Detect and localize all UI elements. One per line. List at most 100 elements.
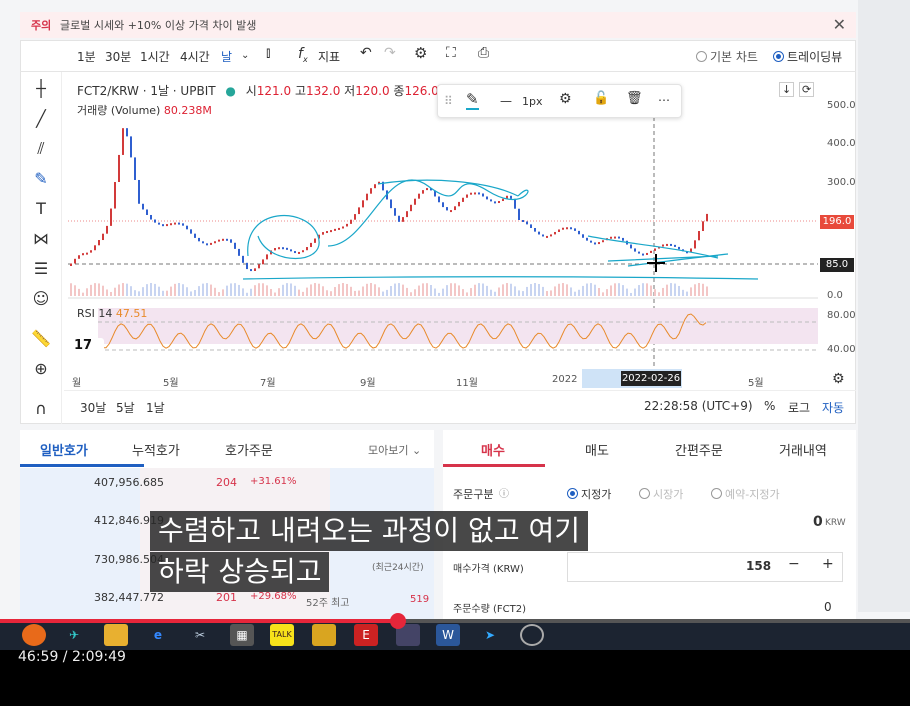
trash-icon[interactable]: 🗑 bbox=[626, 91, 643, 106]
interval-1h[interactable]: 1시간 bbox=[140, 48, 170, 65]
interval-30m[interactable]: 30분 bbox=[105, 48, 131, 65]
mode-basic-chart[interactable]: 기본 차트 bbox=[696, 48, 758, 65]
chevron-down-icon[interactable]: ⌄ bbox=[241, 50, 249, 61]
range-30d[interactable]: 30날 bbox=[80, 399, 106, 416]
volume-bar bbox=[190, 291, 192, 296]
candle bbox=[522, 220, 524, 223]
forecast-icon[interactable]: ☰ bbox=[30, 258, 52, 280]
range-1d[interactable]: 1날 bbox=[146, 399, 165, 416]
radio-icon[interactable] bbox=[711, 488, 722, 499]
obs-icon[interactable] bbox=[520, 624, 544, 646]
order-type-limit[interactable]: 지정가 bbox=[567, 486, 611, 502]
candle-type-icon[interactable]: ⫾ bbox=[266, 45, 270, 61]
crosshair-icon[interactable]: ┼ bbox=[30, 78, 52, 100]
help-icon[interactable]: ⓘ bbox=[499, 485, 509, 500]
firefox-icon[interactable] bbox=[22, 624, 46, 646]
tab-general-orderbook[interactable]: 일반호가 bbox=[40, 440, 88, 459]
candle bbox=[510, 195, 512, 199]
undo-icon[interactable]: ↶ bbox=[360, 45, 372, 61]
indicator-icon[interactable]: fx bbox=[298, 46, 308, 64]
calculator-icon[interactable]: ▦ bbox=[230, 624, 254, 646]
app-stage: 주의 글로벌 시세와 +10% 이상 가격 차이 발생 ✕ 1분 30분 1시간… bbox=[0, 0, 910, 622]
price-chart-canvas[interactable] bbox=[68, 96, 818, 388]
sticky-notes-icon[interactable] bbox=[312, 624, 336, 646]
fib-icon[interactable]: ⫽ bbox=[30, 138, 52, 160]
trendline-icon[interactable]: ╱ bbox=[30, 108, 52, 130]
emoji-icon[interactable]: ☺ bbox=[30, 288, 52, 310]
order-type-market[interactable]: 시장가 bbox=[639, 486, 683, 502]
tab-orderbook-order[interactable]: 호가주문 bbox=[225, 440, 273, 459]
lock-icon[interactable]: 🔓 bbox=[593, 91, 609, 106]
restore-icon[interactable]: ⟳ bbox=[799, 82, 815, 97]
ruler-icon[interactable]: 📏 bbox=[30, 328, 52, 350]
ask-price[interactable]: 201 bbox=[216, 591, 237, 604]
qty-value[interactable]: 0 bbox=[824, 600, 832, 614]
volume-bar bbox=[606, 289, 608, 296]
volume-bar bbox=[298, 289, 300, 296]
interval-day[interactable]: 날 bbox=[221, 48, 232, 65]
interval-1m[interactable]: 1분 bbox=[77, 48, 96, 65]
radio-icon[interactable] bbox=[639, 488, 650, 499]
interval-4h[interactable]: 4시간 bbox=[180, 48, 210, 65]
volume-bar bbox=[314, 283, 316, 296]
plus-icon[interactable]: + bbox=[822, 556, 834, 572]
order-type-reserve[interactable]: 예약-지정가 bbox=[711, 486, 780, 502]
pattern-icon[interactable]: ⋈ bbox=[30, 228, 52, 250]
volume-bar bbox=[534, 283, 536, 296]
more-icon[interactable]: ⋯ bbox=[658, 93, 670, 107]
folder-icon[interactable] bbox=[104, 624, 128, 646]
close-icon[interactable]: ✕ bbox=[833, 15, 846, 34]
axis-settings-icon[interactable]: ⚙ bbox=[832, 371, 845, 387]
log-toggle[interactable]: 로그 bbox=[788, 399, 810, 416]
candle bbox=[470, 192, 472, 195]
view-selector[interactable]: 모아보기 ⌄ bbox=[368, 442, 421, 458]
tab-sell[interactable]: 매도 bbox=[585, 440, 609, 459]
brush-icon[interactable]: ✎ bbox=[30, 168, 52, 190]
drag-handle-icon[interactable]: ⠿ bbox=[444, 94, 453, 108]
tab-buy[interactable]: 매수 bbox=[481, 440, 505, 459]
rsi-value: 47.51 bbox=[115, 307, 148, 320]
radio-selected-icon[interactable] bbox=[567, 488, 578, 499]
volume-bar bbox=[494, 291, 496, 296]
bird-app-icon[interactable]: ✈ bbox=[62, 624, 86, 646]
minus-icon[interactable]: − bbox=[788, 556, 800, 572]
line-width-label[interactable]: 1px bbox=[522, 95, 543, 108]
volume-bar bbox=[94, 283, 96, 296]
indicator-button[interactable]: 지표 bbox=[318, 48, 340, 65]
line-width-icon[interactable]: — bbox=[500, 94, 512, 108]
telegram-icon[interactable]: ➤ bbox=[478, 624, 502, 646]
percent-toggle[interactable]: % bbox=[764, 399, 775, 413]
tab-cumulative-orderbook[interactable]: 누적호가 bbox=[132, 440, 180, 459]
fullscreen-icon[interactable]: ⛶ bbox=[446, 45, 456, 61]
pen-color-icon[interactable]: ✎ bbox=[466, 90, 479, 110]
redo-icon[interactable]: ↷ bbox=[384, 45, 396, 61]
volume-bar bbox=[490, 289, 492, 296]
range-5d[interactable]: 5날 bbox=[116, 399, 135, 416]
arrow-down-icon[interactable]: ↓ bbox=[779, 82, 795, 97]
candle bbox=[102, 233, 104, 241]
ie-icon[interactable]: e bbox=[146, 624, 170, 646]
tab-history[interactable]: 거래내역 bbox=[779, 440, 827, 459]
kakaotalk-icon[interactable]: TALK bbox=[270, 624, 294, 646]
word-icon[interactable]: W bbox=[436, 624, 460, 646]
volume-bar bbox=[266, 285, 268, 296]
settings-icon[interactable]: ⚙ bbox=[559, 91, 572, 107]
radio-selected-icon[interactable] bbox=[773, 51, 784, 62]
auto-toggle[interactable]: 자동 bbox=[822, 399, 844, 416]
price-value[interactable]: 158 bbox=[746, 559, 771, 573]
tool-icon[interactable]: ✂ bbox=[188, 624, 212, 646]
radio-icon[interactable] bbox=[696, 51, 707, 62]
volume-bar bbox=[174, 283, 176, 296]
volume-bar bbox=[482, 283, 484, 296]
text-tool-icon[interactable]: T bbox=[30, 198, 52, 220]
mode-tradingview[interactable]: 트레이딩뷰 bbox=[773, 48, 842, 65]
app-icon[interactable]: E bbox=[354, 624, 378, 646]
magnet-icon[interactable]: ∩ bbox=[30, 398, 52, 420]
zoom-icon[interactable]: ⊕ bbox=[30, 358, 52, 380]
camera-icon[interactable]: ⎙ bbox=[478, 45, 489, 61]
ask-price[interactable]: 204 bbox=[216, 476, 237, 489]
gear-icon[interactable]: ⚙ bbox=[414, 44, 427, 62]
video-scrubber-handle[interactable] bbox=[390, 613, 406, 629]
tab-simple-order[interactable]: 간편주문 bbox=[675, 440, 723, 459]
price-input[interactable] bbox=[567, 552, 843, 582]
